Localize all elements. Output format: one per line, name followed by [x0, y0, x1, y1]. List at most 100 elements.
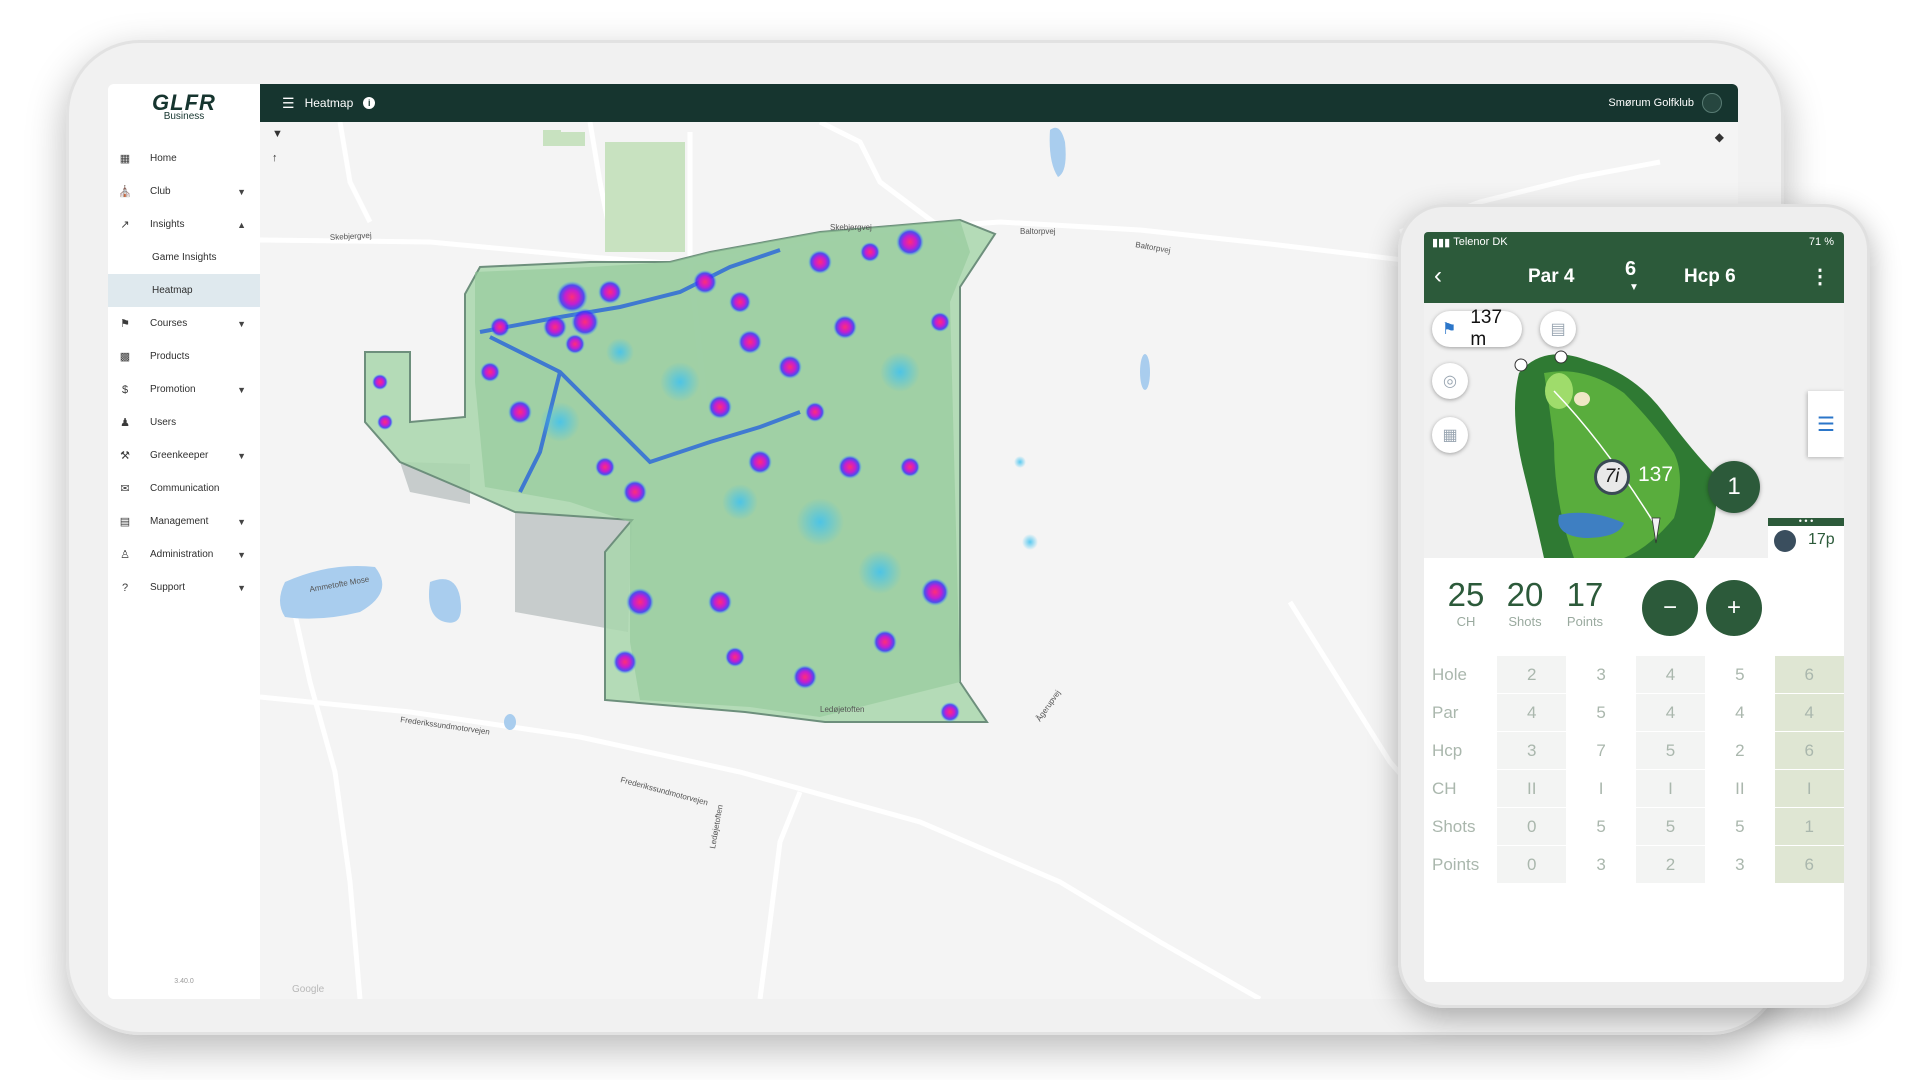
signal-icon: ▮▮▮ — [1432, 236, 1454, 249]
scorecard-cell[interactable]: 2 — [1635, 845, 1706, 884]
scorecard-cell[interactable]: 4 — [1705, 693, 1775, 732]
sidebar-item-club[interactable]: ⛪ Club ▼ — [108, 175, 260, 208]
sidebar-item-game-insights[interactable]: Game Insights — [108, 241, 260, 274]
scorecard-cell[interactable]: 3 — [1566, 845, 1636, 884]
info-icon[interactable]: i — [363, 97, 376, 109]
scorecard-cell[interactable]: 2 — [1705, 731, 1775, 770]
hole-badge[interactable]: 1 — [1708, 461, 1760, 513]
flag-icon: ⚑ — [120, 318, 130, 330]
lake — [1049, 127, 1066, 177]
scorecard-cell[interactable]: 3 — [1705, 845, 1775, 884]
scorecard-cell[interactable]: 4 — [1497, 693, 1567, 732]
stat-label: Points — [1566, 614, 1604, 629]
sidebar-item-home[interactable]: ▦ Home — [108, 142, 260, 175]
question-icon: ? — [121, 581, 129, 594]
player-avatar — [1774, 530, 1796, 552]
hamburger-menu-icon[interactable]: ☰ — [282, 95, 295, 112]
scorecard-cell[interactable]: 6 — [1774, 731, 1844, 770]
logo-text: GLFR — [152, 89, 216, 115]
scorecard-cell[interactable]: I — [1774, 769, 1844, 808]
sidebar-item-support[interactable]: ? Support ▼ — [108, 571, 260, 604]
back-icon[interactable]: ‹ — [1434, 262, 1442, 290]
club-avatar[interactable] — [1702, 93, 1722, 113]
road-label: Ledøjetoften — [820, 705, 864, 714]
chevron-down-icon[interactable]: ▼ — [1629, 282, 1639, 293]
player-card[interactable]: • • • 17p — [1768, 517, 1844, 558]
more-vertical-icon[interactable]: ⋮ — [1810, 264, 1830, 289]
scorecard-cell[interactable]: 4 — [1635, 693, 1706, 732]
sidebar-item-communication[interactable]: ✉ Communication — [108, 472, 260, 505]
scorecard-cell[interactable]: I — [1566, 769, 1636, 808]
chevron-up-icon: ▲ — [237, 219, 246, 230]
ruler-icon[interactable]: ▤ — [1540, 311, 1576, 347]
scorecard-cell[interactable]: 0 — [1497, 845, 1567, 884]
scorecard-cell[interactable]: 3 — [1497, 731, 1567, 770]
minus-button[interactable]: − — [1642, 580, 1698, 636]
scorecard-row-label: Shots — [1424, 807, 1497, 846]
scorecard-cell[interactable]: II — [1497, 769, 1567, 808]
scorecard-cell[interactable]: 5 — [1705, 807, 1775, 846]
scorecard-cell[interactable]: 0 — [1497, 807, 1567, 846]
logo[interactable]: GLFR Business — [108, 84, 260, 126]
sidebar-item-label: Management — [150, 516, 209, 527]
phone-frame: ▮▮▮ Telenor DK 71 % ‹ Par 4 6 ▼ Hcp 6 ⋮ — [1398, 204, 1870, 1008]
sidebar-item-label: Administration — [150, 549, 214, 560]
park-area — [543, 130, 561, 146]
distance-pill[interactable]: ⚑ 137 m — [1432, 307, 1522, 350]
users-icon: ♟ — [120, 417, 130, 429]
player-points: 17p — [1808, 531, 1835, 548]
scorecard-row-label: Points — [1424, 845, 1497, 884]
scorecard-cell[interactable]: 4 — [1774, 693, 1844, 732]
club-name[interactable]: Smørum Golfklub — [1608, 97, 1694, 109]
chevron-down-icon: ▼ — [237, 318, 246, 329]
scorecard-cell[interactable]: 5 — [1635, 807, 1706, 846]
scorecard-cell[interactable]: 6 — [1774, 845, 1844, 884]
sidebar-item-heatmap[interactable]: Heatmap — [108, 274, 260, 307]
layers-icon[interactable]: ◆ — [1715, 130, 1724, 144]
scorecard-row-label: Hcp — [1424, 731, 1497, 770]
scorecard-cell[interactable]: II — [1705, 769, 1775, 808]
plus-button[interactable]: + — [1706, 580, 1762, 636]
scorecard-row-label: Hole — [1424, 656, 1497, 694]
grid-icon[interactable]: ▦ — [1432, 417, 1468, 453]
club-selector[interactable]: 7i — [1594, 459, 1630, 495]
clipboard-icon: ▤ — [119, 516, 131, 528]
target-icon[interactable]: ◎ — [1432, 363, 1468, 399]
carrier-name: Telenor DK — [1453, 236, 1508, 248]
sidebar-item-insights[interactable]: ↗ Insights ▲ — [108, 208, 260, 241]
scorecard-row: Shots 0 5 5 5 1 — [1424, 807, 1844, 846]
upload-icon[interactable]: ↑ — [272, 152, 278, 164]
scorecard-cell[interactable]: I — [1635, 769, 1706, 808]
scorecard-lines-icon[interactable]: ☰ — [1808, 391, 1844, 457]
scorecard-cell[interactable]: 2 — [1497, 656, 1567, 694]
filter-icon[interactable]: ▼ — [272, 128, 283, 140]
scorecard-cell[interactable]: 6 — [1774, 656, 1844, 694]
sidebar-item-greenkeeper[interactable]: ⚒ Greenkeeper ▼ — [108, 439, 260, 472]
sidebar-item-management[interactable]: ▤ Management ▼ — [108, 505, 260, 538]
chevron-down-icon: ▼ — [237, 450, 246, 461]
scorecard-row: CH II I I II I — [1424, 769, 1844, 808]
scorecard-cell[interactable]: 1 — [1774, 807, 1844, 846]
products-icon: ▩ — [119, 351, 131, 363]
building-icon: ▦ — [119, 153, 131, 165]
hole-number[interactable]: 6 — [1625, 258, 1636, 281]
scorecard-cell[interactable]: 5 — [1566, 693, 1636, 732]
sidebar-item-courses[interactable]: ⚑ Courses ▼ — [108, 307, 260, 340]
sidebar-item-label: Support — [150, 582, 186, 593]
pond — [1140, 354, 1150, 390]
scorecard-cell[interactable]: 5 — [1635, 731, 1706, 770]
scorecard-cell[interactable]: 7 — [1566, 731, 1636, 770]
more-dots-icon: • • • — [1768, 517, 1844, 526]
road-label: Ågerupvej — [1034, 688, 1062, 723]
sidebar-item-administration[interactable]: ♙ Administration ▼ — [108, 538, 260, 571]
sidebar-nav: ▦ Home ⛪ Club ▼ ↗ Insights ▲ Game Insigh… — [108, 142, 260, 604]
chat-icon: ✉ — [120, 483, 130, 495]
scorecard-cell[interactable]: 3 — [1566, 656, 1636, 694]
scorecard-cell[interactable]: 5 — [1566, 807, 1636, 846]
hole-map-view[interactable]: ⚑ 137 m ▤ ◎ ▦ ☰ 7i 137 1 • • • 17p — [1424, 303, 1844, 558]
sidebar-item-promotion[interactable]: $ Promotion ▼ — [108, 373, 260, 406]
sidebar-item-products[interactable]: ▩ Products — [108, 340, 260, 373]
scorecard-cell[interactable]: 5 — [1705, 656, 1775, 694]
sidebar-item-users[interactable]: ♟ Users — [108, 406, 260, 439]
scorecard-cell[interactable]: 4 — [1635, 656, 1706, 694]
